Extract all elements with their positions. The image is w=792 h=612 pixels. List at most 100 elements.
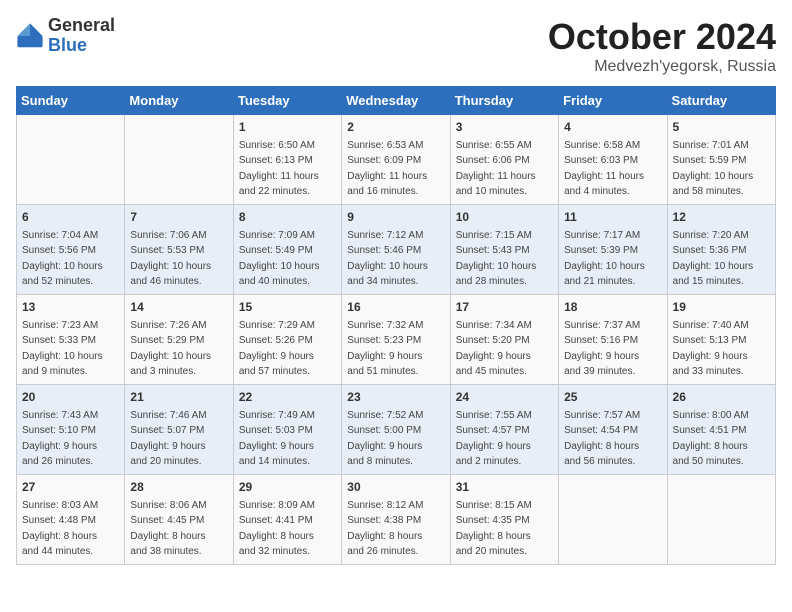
day-cell: 31Sunrise: 8:15 AM Sunset: 4:35 PM Dayli… (450, 475, 558, 565)
day-number: 31 (456, 479, 553, 496)
day-number: 7 (130, 209, 227, 226)
day-cell: 22Sunrise: 7:49 AM Sunset: 5:03 PM Dayli… (233, 385, 341, 475)
day-cell: 25 Sunrise: 7:57 AM Sunset: 4:54 PM Dayli… (559, 385, 667, 475)
day-info: Sunrise: 7:52 AM Sunset: 5:00 PM Dayligh… (347, 410, 423, 468)
day-info: Sunrise: 7:29 AM Sunset: 5:26 PM Dayligh… (239, 320, 315, 378)
day-cell: 5 Sunrise: 7:01 AM Sunset: 5:59 PM Daylig… (667, 115, 775, 205)
day-info: Sunrise: 7:32 AM Sunset: 5:23 PM Dayligh… (347, 320, 423, 378)
day-number: 21 (130, 389, 227, 406)
day-number: 2 (347, 119, 444, 136)
day-number: 30 (347, 479, 444, 496)
week-row-3: 13Sunrise: 7:23 AM Sunset: 5:33 PM Dayli… (17, 295, 776, 385)
day-info: Sunrise: 8:00 AM Sunset: 4:51 PM Dayligh… (673, 410, 749, 468)
day-cell: 6 Sunrise: 7:04 AM Sunset: 5:56 PM Daylig… (17, 205, 125, 295)
day-number: 8 (239, 209, 336, 226)
week-row-2: 6 Sunrise: 7:04 AM Sunset: 5:56 PM Daylig… (17, 205, 776, 295)
day-number: 1 (239, 119, 336, 136)
title-area: October 2024 Medvezh'yegorsk, Russia (548, 16, 776, 76)
day-number: 28 (130, 479, 227, 496)
day-cell: 3 Sunrise: 6:55 AM Sunset: 6:06 PM Daylig… (450, 115, 558, 205)
calendar-table: Sunday Monday Tuesday Wednesday Thursday… (16, 86, 776, 565)
day-cell (667, 475, 775, 565)
day-info: Sunrise: 7:20 AM Sunset: 5:36 PM Dayligh… (673, 230, 754, 288)
day-info: Sunrise: 7:43 AM Sunset: 5:10 PM Dayligh… (22, 410, 98, 468)
day-cell: 14 Sunrise: 7:26 AM Sunset: 5:29 PM Dayli… (125, 295, 233, 385)
day-info: Sunrise: 7:57 AM Sunset: 4:54 PM Dayligh… (564, 410, 640, 468)
logo-text: General Blue (48, 16, 115, 56)
day-number: 10 (456, 209, 553, 226)
day-number: 14 (130, 299, 227, 316)
day-number: 18 (564, 299, 661, 316)
day-info: Sunrise: 7:37 AM Sunset: 5:16 PM Dayligh… (564, 320, 640, 378)
day-cell: 23 Sunrise: 7:52 AM Sunset: 5:00 PM Dayli… (342, 385, 450, 475)
day-cell: 20 Sunrise: 7:43 AM Sunset: 5:10 PM Dayli… (17, 385, 125, 475)
day-info: Sunrise: 7:46 AM Sunset: 5:07 PM Dayligh… (130, 410, 206, 468)
day-cell: 11 Sunrise: 7:17 AM Sunset: 5:39 PM Dayli… (559, 205, 667, 295)
day-cell: 30 Sunrise: 8:12 AM Sunset: 4:38 PM Dayli… (342, 475, 450, 565)
logo-blue: Blue (48, 36, 115, 56)
day-info: Sunrise: 6:58 AM Sunset: 6:03 PM Dayligh… (564, 140, 644, 198)
day-number: 3 (456, 119, 553, 136)
week-row-4: 20 Sunrise: 7:43 AM Sunset: 5:10 PM Dayli… (17, 385, 776, 475)
day-cell: 1 Sunrise: 6:50 AM Sunset: 6:13 PM Daylig… (233, 115, 341, 205)
day-number: 11 (564, 209, 661, 226)
day-cell: 19Sunrise: 7:40 AM Sunset: 5:13 PM Dayli… (667, 295, 775, 385)
day-info: Sunrise: 6:55 AM Sunset: 6:06 PM Dayligh… (456, 140, 536, 198)
day-number: 29 (239, 479, 336, 496)
day-number: 20 (22, 389, 119, 406)
day-number: 17 (456, 299, 553, 316)
day-cell: 17 Sunrise: 7:34 AM Sunset: 5:20 PM Dayli… (450, 295, 558, 385)
day-number: 26 (673, 389, 770, 406)
day-info: Sunrise: 7:01 AM Sunset: 5:59 PM Dayligh… (673, 140, 754, 198)
day-cell: 28Sunrise: 8:06 AM Sunset: 4:45 PM Dayli… (125, 475, 233, 565)
week-row-1: 1 Sunrise: 6:50 AM Sunset: 6:13 PM Daylig… (17, 115, 776, 205)
day-info: Sunrise: 6:50 AM Sunset: 6:13 PM Dayligh… (239, 140, 319, 198)
day-info: Sunrise: 7:40 AM Sunset: 5:13 PM Dayligh… (673, 320, 749, 378)
day-number: 6 (22, 209, 119, 226)
day-info: Sunrise: 7:26 AM Sunset: 5:29 PM Dayligh… (130, 320, 211, 378)
day-info: Sunrise: 7:06 AM Sunset: 5:53 PM Dayligh… (130, 230, 211, 288)
day-number: 25 (564, 389, 661, 406)
day-number: 15 (239, 299, 336, 316)
day-info: Sunrise: 7:17 AM Sunset: 5:39 PM Dayligh… (564, 230, 645, 288)
col-saturday: Saturday (667, 87, 775, 115)
header-row: Sunday Monday Tuesday Wednesday Thursday… (17, 87, 776, 115)
logo-icon (16, 22, 44, 50)
day-info: Sunrise: 7:49 AM Sunset: 5:03 PM Dayligh… (239, 410, 315, 468)
title-month: October 2024 (548, 16, 776, 58)
day-cell: 18 Sunrise: 7:37 AM Sunset: 5:16 PM Dayli… (559, 295, 667, 385)
col-friday: Friday (559, 87, 667, 115)
day-cell: 13Sunrise: 7:23 AM Sunset: 5:33 PM Dayli… (17, 295, 125, 385)
day-cell: 21 Sunrise: 7:46 AM Sunset: 5:07 PM Dayli… (125, 385, 233, 475)
day-cell: 9Sunrise: 7:12 AM Sunset: 5:46 PM Daylig… (342, 205, 450, 295)
col-monday: Monday (125, 87, 233, 115)
day-number: 23 (347, 389, 444, 406)
day-cell: 8Sunrise: 7:09 AM Sunset: 5:49 PM Daylig… (233, 205, 341, 295)
day-cell: 15 Sunrise: 7:29 AM Sunset: 5:26 PM Dayli… (233, 295, 341, 385)
day-info: Sunrise: 8:03 AM Sunset: 4:48 PM Dayligh… (22, 500, 98, 558)
calendar-body: 1 Sunrise: 6:50 AM Sunset: 6:13 PM Daylig… (17, 115, 776, 565)
day-number: 4 (564, 119, 661, 136)
day-info: Sunrise: 7:55 AM Sunset: 4:57 PM Dayligh… (456, 410, 532, 468)
day-number: 24 (456, 389, 553, 406)
day-cell: 7 Sunrise: 7:06 AM Sunset: 5:53 PM Daylig… (125, 205, 233, 295)
day-number: 12 (673, 209, 770, 226)
day-info: Sunrise: 7:15 AM Sunset: 5:43 PM Dayligh… (456, 230, 537, 288)
day-cell: 2 Sunrise: 6:53 AM Sunset: 6:09 PM Daylig… (342, 115, 450, 205)
title-location: Medvezh'yegorsk, Russia (548, 58, 776, 76)
day-cell: 12 Sunrise: 7:20 AM Sunset: 5:36 PM Dayli… (667, 205, 775, 295)
col-sunday: Sunday (17, 87, 125, 115)
day-info: Sunrise: 6:53 AM Sunset: 6:09 PM Dayligh… (347, 140, 427, 198)
day-info: Sunrise: 8:09 AM Sunset: 4:41 PM Dayligh… (239, 500, 315, 558)
day-info: Sunrise: 7:04 AM Sunset: 5:56 PM Dayligh… (22, 230, 103, 288)
day-number: 5 (673, 119, 770, 136)
day-cell: 27Sunrise: 8:03 AM Sunset: 4:48 PM Dayli… (17, 475, 125, 565)
day-cell: 29 Sunrise: 8:09 AM Sunset: 4:41 PM Dayli… (233, 475, 341, 565)
day-cell (559, 475, 667, 565)
day-cell (125, 115, 233, 205)
day-info: Sunrise: 8:12 AM Sunset: 4:38 PM Dayligh… (347, 500, 423, 558)
day-info: Sunrise: 7:34 AM Sunset: 5:20 PM Dayligh… (456, 320, 532, 378)
day-info: Sunrise: 7:23 AM Sunset: 5:33 PM Dayligh… (22, 320, 103, 378)
logo-general: General (48, 16, 115, 36)
day-info: Sunrise: 7:12 AM Sunset: 5:46 PM Dayligh… (347, 230, 428, 288)
